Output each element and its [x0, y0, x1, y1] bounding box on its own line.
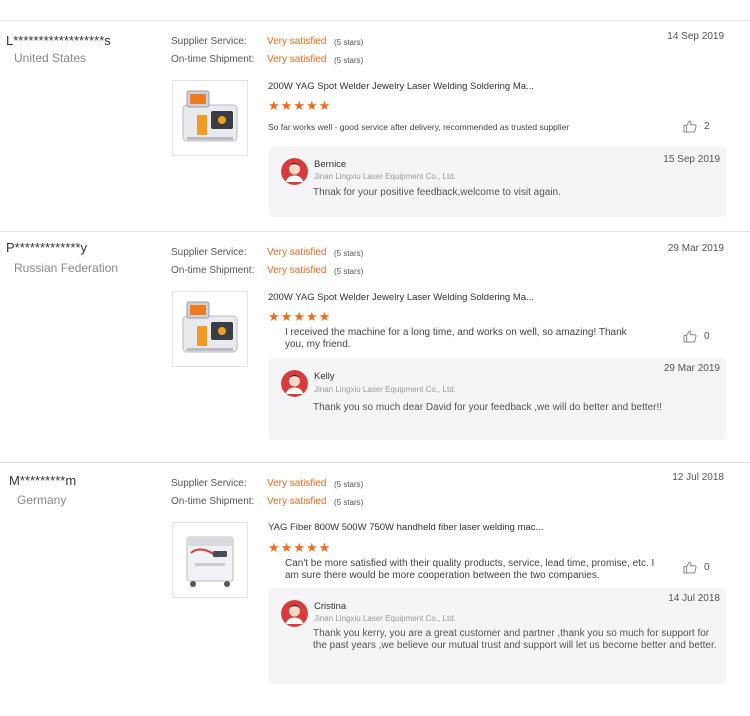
star-icon: ★ [318, 540, 331, 555]
star-icon: ★ [268, 98, 280, 113]
reply-text: Thnak for your positive feedback,welcome… [313, 187, 561, 198]
star-icon: ★ [293, 98, 305, 113]
reply-company: Jinan Lingxiu Laser Equipment Co., Ltd. [314, 172, 456, 181]
buyer-name: P*************y [6, 240, 87, 255]
supplier-reply: Cristina Jinan Lingxiu Laser Equipment C… [269, 588, 726, 684]
avatar [281, 600, 308, 627]
avatar-image [281, 600, 308, 627]
like-count: 2 [704, 121, 710, 132]
thumbs-up-icon [683, 330, 697, 343]
buyer-name: M*********m [9, 473, 77, 488]
star-icon: ★ [268, 309, 280, 324]
star-icon: ★ [280, 98, 293, 113]
supplier-service-label: Supplier Service: [171, 478, 247, 489]
supplier-service-label: Supplier Service: [171, 247, 247, 258]
product-title-link[interactable]: 200W YAG Spot Welder Jewelry Laser Weldi… [268, 292, 534, 303]
reply-author: Kelly [314, 371, 335, 382]
supplier-reply: Kelly Jinan Lingxiu Laser Equipment Co.,… [269, 358, 726, 440]
buyer-country: Russian Federation [14, 261, 119, 275]
like-count: 0 [704, 562, 710, 573]
review-date: 29 Mar 2019 [667, 243, 724, 254]
star-icon: ★ [293, 309, 305, 324]
review-card: L******************s United States Suppl… [0, 21, 750, 231]
star-icon: ★ [305, 98, 318, 113]
reply-date: 29 Mar 2019 [663, 363, 720, 374]
ontime-shipment-stars: (5 stars) [334, 56, 364, 65]
supplier-service-stars: (5 stars) [334, 480, 364, 489]
star-icon: ★ [318, 309, 331, 324]
rating-stars: ★ ★ ★ ★ ★ [268, 310, 330, 323]
review-date: 14 Sep 2019 [667, 31, 724, 42]
like-button[interactable]: 0 [683, 561, 710, 574]
reply-author: Cristina [314, 601, 347, 612]
ontime-shipment-label: On-time Shipment: [171, 496, 255, 507]
product-title-link[interactable]: YAG Fiber 800W 500W 750W handheld fiber … [268, 522, 543, 533]
reply-author: Bernice [314, 159, 347, 170]
star-icon: ★ [305, 309, 318, 324]
laser-spot-welder-image [182, 301, 238, 353]
review-comment: So far works well - good service after d… [268, 122, 570, 132]
rating-stars: ★ ★ ★ ★ ★ [268, 99, 330, 112]
reply-company: Jinan Lingxiu Laser Equipment Co., Ltd. [314, 614, 456, 623]
product-thumbnail[interactable] [172, 80, 248, 156]
star-icon: ★ [268, 540, 280, 555]
like-button[interactable]: 2 [683, 120, 710, 133]
thumbs-up-icon [683, 561, 697, 574]
like-button[interactable]: 0 [683, 330, 710, 343]
reply-text: Thank you so much dear David for your fe… [313, 402, 663, 413]
reply-date: 15 Sep 2019 [663, 154, 720, 165]
supplier-service-rating: Very satisfied [267, 36, 327, 47]
buyer-country: Germany [17, 493, 67, 507]
ontime-shipment-label: On-time Shipment: [171, 265, 255, 276]
review-card: P*************y Russian Federation Suppl… [0, 232, 750, 462]
review-comment: Can't be more satisfied with their quali… [285, 558, 655, 581]
product-thumbnail[interactable] [172, 291, 248, 367]
buyer-name: L******************s [6, 33, 111, 48]
ontime-shipment-label: On-time Shipment: [171, 54, 255, 65]
supplier-service-stars: (5 stars) [334, 249, 364, 258]
supplier-service-rating: Very satisfied [267, 247, 327, 258]
reply-text: Thank you kerry, you are a great custome… [313, 628, 717, 651]
reply-company: Jinan Lingxiu Laser Equipment Co., Ltd. [314, 385, 456, 394]
ontime-shipment-stars: (5 stars) [334, 267, 364, 276]
avatar [281, 158, 308, 185]
ontime-shipment-rating: Very satisfied [267, 54, 327, 65]
avatar [281, 370, 308, 397]
buyer-country: United States [14, 51, 87, 65]
star-icon: ★ [293, 540, 305, 555]
supplier-service-stars: (5 stars) [334, 38, 364, 47]
ontime-shipment-rating: Very satisfied [267, 265, 327, 276]
star-icon: ★ [318, 98, 331, 113]
like-count: 0 [704, 331, 710, 342]
product-title-link[interactable]: 200W YAG Spot Welder Jewelry Laser Weldi… [268, 81, 534, 92]
laser-spot-welder-image [182, 90, 238, 142]
reply-date: 14 Jul 2018 [668, 593, 720, 604]
review-comment: I received the machine for a long time, … [285, 327, 627, 350]
avatar-image [281, 158, 308, 185]
review-card: M*********m Germany Supplier Service: Ve… [0, 463, 750, 716]
supplier-service-label: Supplier Service: [171, 36, 247, 47]
review-date: 12 Jul 2018 [672, 472, 724, 483]
thumbs-up-icon [683, 120, 697, 133]
avatar-image [281, 370, 308, 397]
supplier-service-rating: Very satisfied [267, 478, 327, 489]
handheld-fiber-laser-welder-image [186, 536, 234, 587]
supplier-reply: Bernice Jinan Lingxiu Laser Equipment Co… [269, 146, 726, 217]
star-icon: ★ [280, 309, 293, 324]
star-icon: ★ [280, 540, 293, 555]
ontime-shipment-stars: (5 stars) [334, 498, 364, 507]
rating-stars: ★ ★ ★ ★ ★ [268, 541, 330, 554]
star-icon: ★ [305, 540, 318, 555]
product-thumbnail[interactable] [172, 522, 248, 598]
ontime-shipment-rating: Very satisfied [267, 496, 327, 507]
